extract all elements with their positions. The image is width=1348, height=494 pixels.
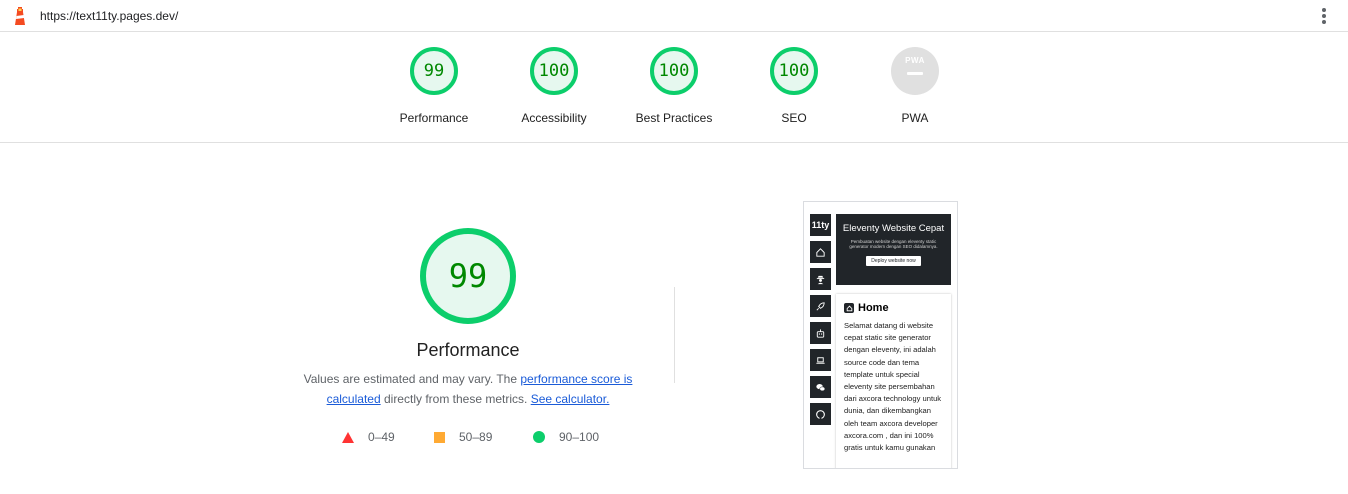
deploy-button: Deploy website now [866, 256, 921, 266]
gauge-best-practices[interactable]: 100 Best Practices [614, 47, 734, 125]
home-icon [844, 303, 854, 313]
home-icon [810, 241, 831, 263]
desc-middle: directly from these metrics. [380, 391, 531, 406]
wechat-icon [810, 376, 831, 398]
github-icon [810, 403, 831, 425]
gauge-seo-score: 100 [770, 47, 818, 95]
lighthouse-logo-icon [15, 7, 25, 25]
score-header: 99 Performance 100 Accessibility 100 Bes… [0, 32, 1348, 143]
legend-fail: 0–49 [342, 430, 395, 444]
gauge-best-practices-score: 100 [650, 47, 698, 95]
gauge-accessibility-label: Accessibility [521, 111, 587, 125]
legend-average-range: 50–89 [459, 430, 493, 444]
performance-title: Performance [416, 340, 520, 360]
fail-triangle-icon [342, 431, 354, 443]
robot-icon [810, 322, 831, 344]
final-screenshot[interactable]: 11ty Eleventy Website Cepat Pembuatan we… [803, 201, 958, 469]
gauge-performance[interactable]: 99 Performance [374, 47, 494, 125]
report-url[interactable]: https://text11ty.pages.dev/ [40, 9, 178, 23]
pass-circle-icon [533, 431, 545, 443]
gauge-pwa-label: PWA [901, 111, 929, 125]
hero-subtitle: Pembuatan website dengan eleventy static… [849, 239, 938, 249]
performance-description: Values are estimated and may vary. The p… [288, 370, 648, 409]
score-legend: 0–49 50–89 90–100 [0, 430, 1348, 446]
legend-fail-range: 0–49 [368, 430, 395, 444]
hero-title: Eleventy Website Cepat [842, 223, 945, 234]
legend-pass-range: 90–100 [559, 430, 600, 444]
gauge-accessibility-score: 100 [530, 47, 578, 95]
top-bar: https://text11ty.pages.dev/ [0, 0, 1348, 32]
vertical-divider [674, 287, 675, 383]
more-menu-icon[interactable] [1316, 6, 1332, 26]
screenshot-card: Home Selamat datang di website cepat sta… [836, 294, 951, 468]
performance-score: 99 [448, 257, 488, 295]
sidebar-logo: 11ty [810, 214, 831, 236]
rocket-icon [810, 295, 831, 317]
legend-average: 50–89 [434, 430, 492, 444]
card-body: Selamat datang di website cepat static s… [844, 321, 942, 453]
gauge-accessibility[interactable]: 100 Accessibility [494, 47, 614, 125]
laptop-code-icon [810, 349, 831, 371]
pwa-badge-text: PWA [905, 56, 925, 65]
see-calculator-link[interactable]: See calculator. [531, 392, 610, 406]
screenshot-sidebar: 11ty [810, 214, 831, 430]
user-secret-icon [810, 268, 831, 290]
gauge-performance-label: Performance [399, 111, 469, 125]
card-heading: Home [844, 302, 951, 314]
gauge-performance-score: 99 [410, 47, 458, 95]
pwa-dash [907, 72, 923, 75]
performance-gauge: 99 [420, 228, 516, 324]
average-square-icon [434, 431, 445, 443]
gauge-pwa[interactable]: PWA PWA [855, 47, 975, 125]
legend-pass: 90–100 [533, 430, 599, 444]
desc-prefix: Values are estimated and may vary. The [303, 372, 521, 386]
screenshot-hero: Eleventy Website Cepat Pembuatan website… [836, 214, 951, 285]
pwa-badge-icon: PWA [891, 47, 939, 95]
card-title: Home [858, 302, 889, 314]
gauge-seo[interactable]: 100 SEO [734, 47, 854, 125]
gauge-seo-label: SEO [781, 111, 807, 125]
gauge-best-practices-label: Best Practices [635, 111, 713, 125]
